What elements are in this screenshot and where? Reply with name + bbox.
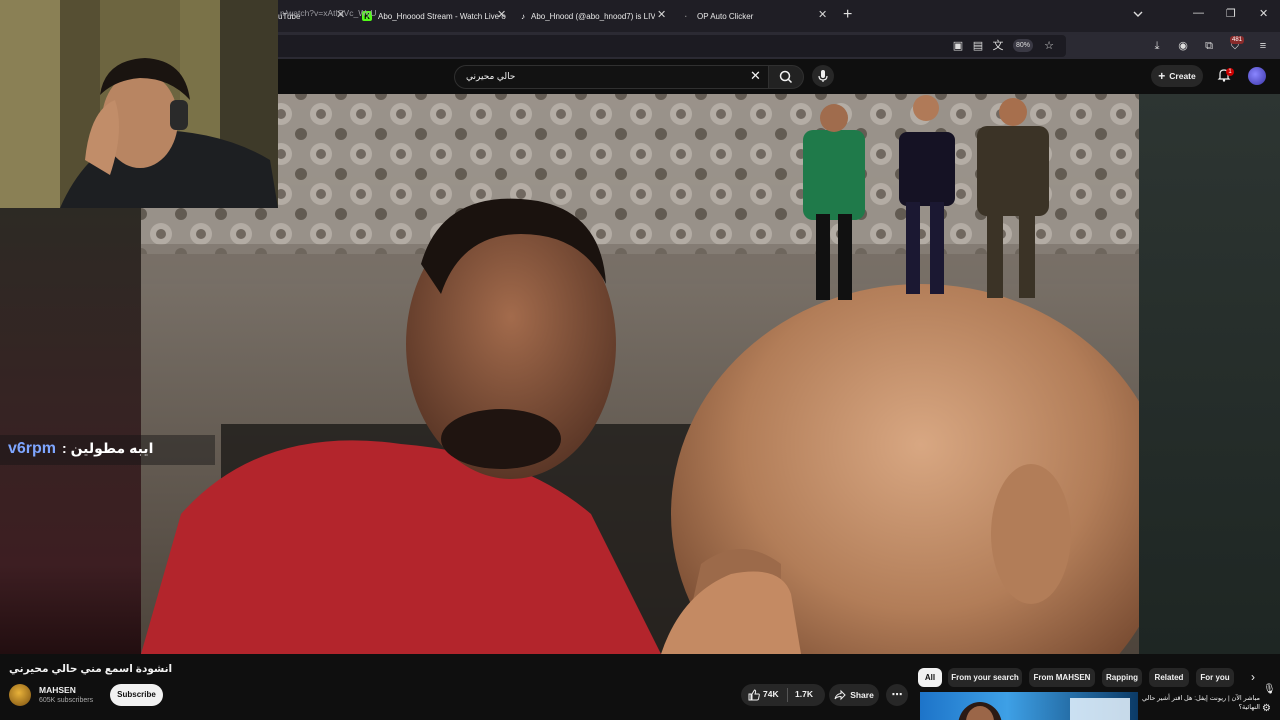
video-player[interactable] [141,94,1139,654]
dislike-count[interactable]: 1.7K [795,689,813,699]
tab-tiktok[interactable]: ♪ Abo_Hnood (@abo_hnood7) is LIVE [521,4,655,28]
address-text[interactable]: n/watch?v=xAtISVc_WyU [280,8,377,18]
like-separator [787,688,788,702]
video-sidebar-background [1139,94,1280,654]
microphone-icon [818,70,828,82]
search-icon [779,70,793,84]
channel-subscribers: 605K subscribers [39,697,94,704]
more-horizontal-icon: ⋯ [891,689,903,701]
clear-search-icon[interactable]: ✕ [750,68,761,84]
zoom-level[interactable]: 80% [1013,39,1033,52]
tab-tiktok-close-icon[interactable]: ✕ [657,8,666,21]
chevron-right-icon[interactable]: › [1251,670,1255,684]
tab-kick-label: Abo_Hnoood Stream - Watch Live o [378,11,506,21]
stream-left-panel [0,208,141,654]
chat-username: v6rpm [8,440,57,457]
chip-all[interactable]: All [918,668,942,687]
notifications-badge: 1 [1226,68,1234,76]
account-icon[interactable]: ◉ [1176,39,1190,53]
tab-kick[interactable]: K Abo_Hnoood Stream - Watch Live o [362,4,508,28]
tiktok-icon: ♪ [521,11,525,21]
channel-name[interactable]: MAHSEN [39,685,76,695]
recommended-thumbnail[interactable] [920,692,1138,720]
tab-autoclicker[interactable]: · OP Auto Clicker [681,4,815,28]
webcam-feed [0,0,278,208]
channel-avatar[interactable] [9,684,31,706]
streamer-webcam [0,0,278,208]
translate-icon[interactable]: 文 [991,39,1005,53]
tab-autoclicker-label: OP Auto Clicker [697,11,754,21]
search-button[interactable] [768,65,804,89]
chip-from-channel[interactable]: From MAHSEN [1029,668,1095,687]
thumbs-up-icon[interactable] [747,688,761,702]
minimize-icon[interactable]: — [1193,7,1204,19]
share-arrow-icon [834,689,846,701]
voice-search-button[interactable] [812,65,834,87]
tab-kick-close-icon[interactable]: ✕ [497,8,506,21]
tab-tiktok-label: Abo_Hnood (@abo_hnood7) is LIVE [531,11,655,21]
video-title: انشودة اسمع مني حالي محيرني [9,663,173,675]
video-frame [141,94,1139,654]
recommended-thumbnail-image [958,698,1130,720]
new-tab-icon[interactable]: + [843,6,852,24]
page-icon: · [684,11,688,21]
recommended-title[interactable]: مباشر الآن | ريونت إيفل: هل اقتر أشير حا… [1142,694,1260,712]
create-label: Create [1169,71,1196,81]
picture-in-picture-icon[interactable]: ▣ [951,39,965,53]
app-menu-icon[interactable]: ≡ [1256,39,1270,53]
plus-icon: + [1158,69,1166,83]
extensions-badge: 481 [1230,36,1245,44]
close-window-icon[interactable]: ✕ [1259,7,1268,20]
downloads-icon[interactable]: ⤓ [1150,39,1164,53]
share-button[interactable]: Share [829,684,879,706]
mic-small-icon[interactable]: 🎙 [1263,684,1276,695]
tab-autoclicker-close-icon[interactable]: ✕ [818,8,827,21]
chip-rapping[interactable]: Rapping [1102,668,1142,687]
subscribe-button[interactable]: Subscribe [110,684,163,706]
chip-from-search[interactable]: From your search [948,668,1022,687]
like-count[interactable]: 74K [763,689,779,699]
chat-message: ايبه مطولين : [62,440,154,456]
bookmark-star-icon[interactable]: ☆ [1042,39,1056,53]
restore-icon[interactable]: ❐ [1226,7,1236,20]
tab-list-chevron-icon[interactable] [1132,8,1144,20]
user-avatar[interactable] [1248,67,1266,85]
search-query[interactable]: حالي محيرني [466,71,515,82]
more-actions-button[interactable]: ⋯ [886,684,908,706]
extensions-icon[interactable]: ⧉ [1202,39,1216,53]
chip-for-you[interactable]: For you [1196,668,1234,687]
share-label: Share [850,690,874,700]
chip-related[interactable]: Related [1149,668,1189,687]
settings-small-icon[interactable]: ⚙ [1262,703,1271,714]
create-button[interactable]: + Create [1151,65,1203,87]
reader-view-icon[interactable]: ▤ [971,39,985,53]
